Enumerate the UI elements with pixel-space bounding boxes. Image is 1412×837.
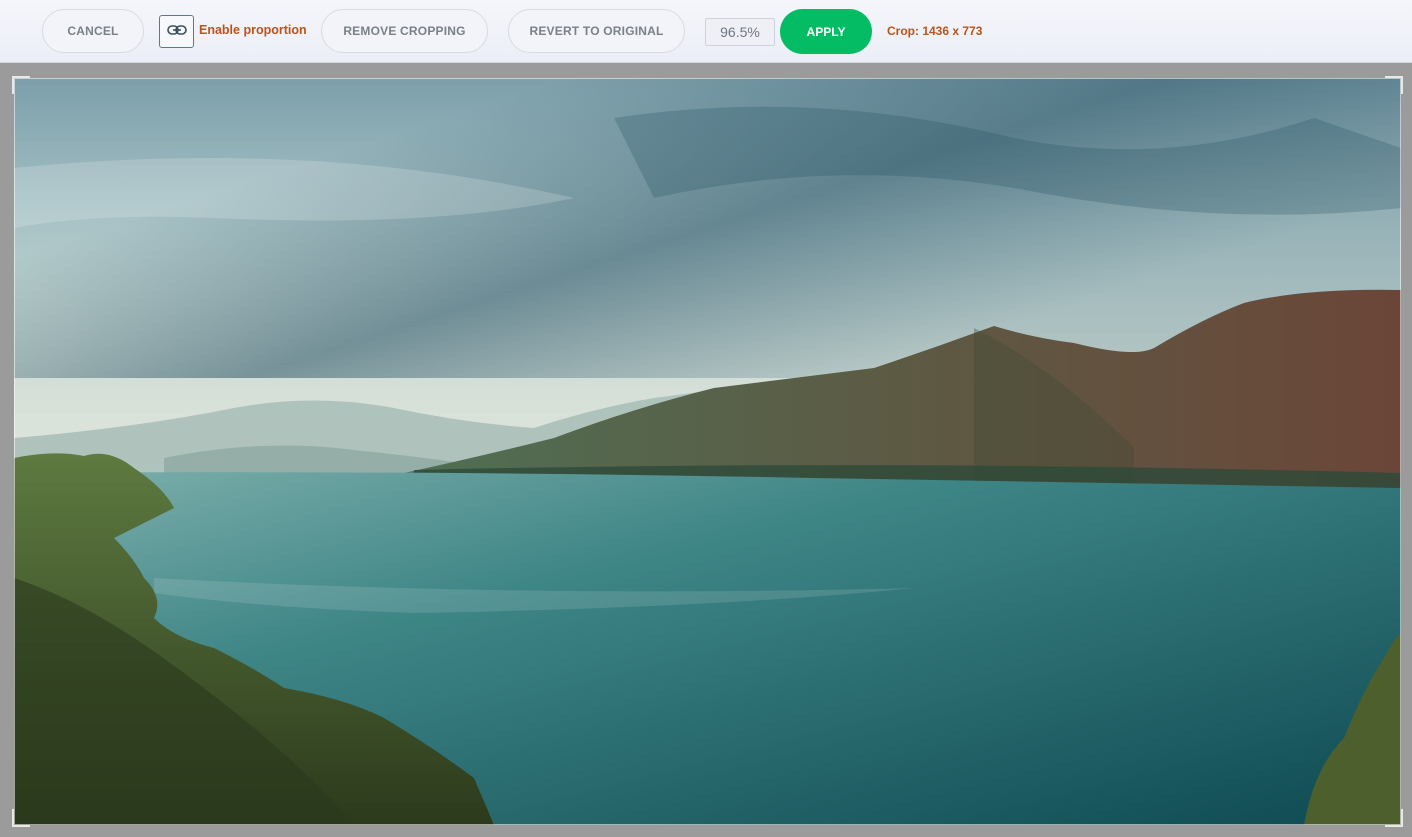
enable-proportion-label[interactable]: Enable proportion bbox=[199, 23, 307, 37]
proportion-toggle-button[interactable] bbox=[159, 15, 194, 48]
link-icon bbox=[166, 23, 187, 41]
crop-handle-top-right[interactable] bbox=[1385, 76, 1403, 94]
crop-handle-top-left[interactable] bbox=[12, 76, 30, 94]
crop-dimensions-label: Crop: 1436 x 773 bbox=[887, 24, 983, 38]
zoom-input[interactable] bbox=[705, 18, 775, 46]
apply-button[interactable]: APPLY bbox=[780, 9, 872, 54]
revert-to-original-button[interactable]: REVERT TO ORIGINAL bbox=[508, 9, 685, 53]
cancel-button[interactable]: CANCEL bbox=[42, 9, 144, 53]
crop-handle-bottom-left[interactable] bbox=[12, 809, 30, 827]
remove-cropping-button[interactable]: REMOVE CROPPING bbox=[321, 9, 488, 53]
crop-frame[interactable] bbox=[14, 78, 1401, 825]
crop-handle-bottom-right[interactable] bbox=[1385, 809, 1403, 827]
crop-toolbar: CANCEL Enable proportion REMOVE CROPPING… bbox=[0, 0, 1412, 63]
